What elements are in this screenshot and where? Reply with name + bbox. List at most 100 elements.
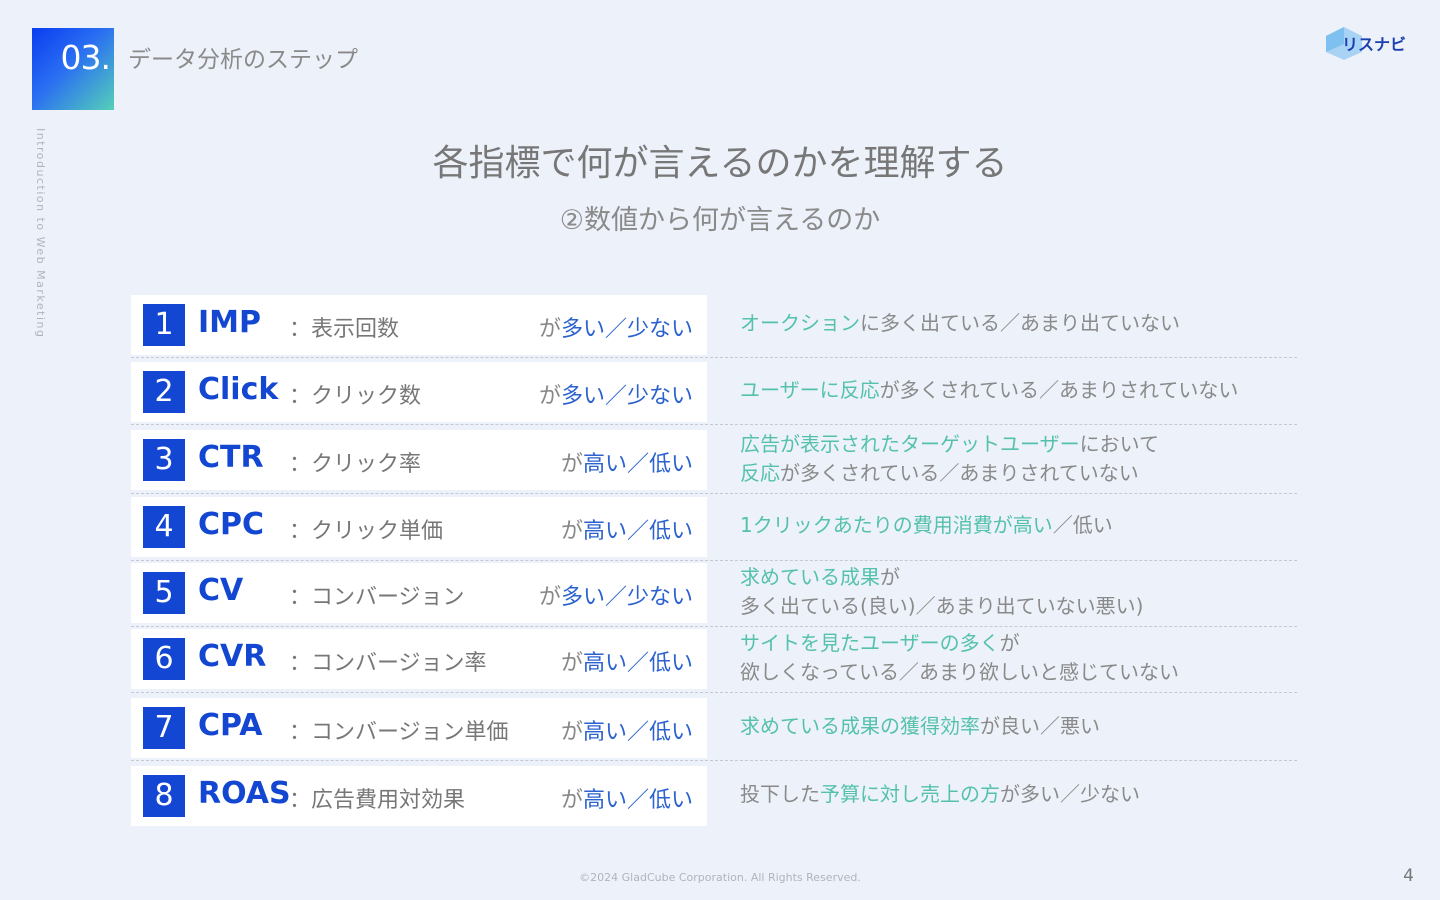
metric-number: 6 <box>143 638 185 680</box>
meaning-highlight: 求めている成果の獲得効率 <box>740 714 980 738</box>
meaning-highlight: 広告が表示されたターゲットユーザー <box>740 432 1080 456</box>
metric-card: 7 CPA ：コンバージョン単価 が高い／低い <box>131 698 707 758</box>
meaning-text: が <box>999 631 1020 655</box>
row-divider <box>131 560 1297 561</box>
metric-evaluation: が多い／少ない <box>539 579 693 611</box>
metric-row: 5 CV ：コンバージョン が多い／少ない 求めている成果が 多く出ている(良い)／あまり… <box>0 563 1440 629</box>
metric-name: Click <box>198 372 279 407</box>
meaning-highlight: 予算に対し売上の方 <box>820 782 1000 806</box>
metric-meaning: サイトを見たユーザーの多くが欲しくなっている／あまり欲しいと感じていない <box>740 629 1179 687</box>
metric-evaluation: が高い／低い <box>561 645 693 677</box>
metric-name: CPA <box>198 708 263 743</box>
metric-card: 2 Click ：クリック数 が多い／少ない <box>131 362 707 422</box>
eval-particle: が <box>560 651 583 676</box>
meaning-line: 欲しくなっている／あまり欲しいと感じていない <box>740 658 1179 687</box>
metric-row: 4 CPC ：クリック単価 が高い／低い 1クリックあたりの費用消費が高い／低い <box>0 497 1440 563</box>
metric-row: 7 CPA ：コンバージョン単価 が高い／低い 求めている成果の獲得効率が良い／悪い <box>0 698 1440 764</box>
meaning-highlight: 反応 <box>740 461 780 485</box>
metric-card: 3 CTR ：クリック率 が高い／低い <box>131 430 707 490</box>
metric-evaluation: が高い／低い <box>561 446 693 478</box>
page-number: 4 <box>1403 866 1414 886</box>
metric-description: ：表示回数 <box>289 317 400 342</box>
logo-text: リスナビ <box>1342 35 1407 54</box>
metric-card: 8 ROAS ：広告費用対効果 が高い／低い <box>131 766 707 826</box>
metric-row: 3 CTR ：クリック率 が高い／低い 広告が表示されたターゲットユーザーにおいて 反応が… <box>0 430 1440 496</box>
row-divider <box>131 424 1297 425</box>
metric-evaluation: が高い／低い <box>561 714 693 746</box>
metric-number: 2 <box>143 371 185 413</box>
meaning-line: 求めている成果が <box>740 563 1143 592</box>
row-divider <box>131 692 1297 693</box>
meaning-text: が <box>880 565 900 589</box>
eval-terms: 高い／低い <box>582 452 693 477</box>
metric-card: 5 CV ：コンバージョン が多い／少ない <box>131 563 707 623</box>
meaning-highlight: 求めている成果 <box>740 565 880 589</box>
eval-terms: 多い／少ない <box>560 384 693 409</box>
meaning-text: 多く出ている(良い)／あまり出ていない悪い) <box>740 594 1144 618</box>
row-divider <box>131 626 1297 627</box>
eval-terms: 高い／低い <box>582 651 693 676</box>
eval-particle: が <box>560 788 583 813</box>
metric-name: CV <box>198 573 244 608</box>
metric-row: 8 ROAS ：広告費用対効果 が高い／低い 投下した予算に対し売上の方が多い／少ない <box>0 766 1440 832</box>
metric-name: IMP <box>198 305 262 340</box>
metric-evaluation: が多い／少ない <box>539 378 693 410</box>
meaning-highlight: ユーザーに反応 <box>740 378 880 402</box>
row-divider <box>131 760 1297 761</box>
meaning-line: 反応が多くされている／あまりされていない <box>740 459 1159 488</box>
section-number: 03. <box>60 38 111 77</box>
meaning-text: 欲しくなっている／あまり欲しいと感じていない <box>740 660 1179 684</box>
eval-terms: 高い／低い <box>582 788 693 813</box>
metric-card: 4 CPC ：クリック単価 が高い／低い <box>131 497 707 557</box>
section-badge: 03. <box>32 28 114 110</box>
metric-description: ：クリック数 <box>289 384 422 409</box>
meaning-text: が多くされている／あまりされていない <box>879 378 1239 402</box>
metric-description: ：クリック率 <box>289 452 422 477</box>
meaning-text: が多い／少ない <box>1000 782 1140 806</box>
meaning-text: ／低い <box>1052 513 1113 537</box>
metric-number: 5 <box>143 572 185 614</box>
meaning-highlight: 1クリックあたりの費用消費が高い <box>740 513 1053 537</box>
row-divider <box>131 357 1297 358</box>
meaning-line: 投下した予算に対し売上の方が多い／少ない <box>740 780 1140 809</box>
page-subtitle: ②数値から何が言えるのか <box>559 205 881 236</box>
metric-description: ：広告費用対効果 <box>289 788 466 813</box>
meaning-text: が多くされている／あまりされていない <box>780 461 1139 485</box>
metric-number: 3 <box>143 439 185 481</box>
metric-row: 6 CVR ：コンバージョン率 が高い／低い サイトを見たユーザーの多くが 欲しくなってい… <box>0 629 1440 695</box>
meaning-line: 広告が表示されたターゲットユーザーにおいて <box>740 430 1159 459</box>
metric-meaning: 求めている成果が 多く出ている(良い)／あまり出ていない悪い) <box>740 563 1143 621</box>
eval-terms: 高い／低い <box>582 720 693 745</box>
metric-description: ：コンバージョン単価 <box>289 720 509 745</box>
metric-row: 1 IMP ：表示回数 が多い／少ない オークションに多く出ている／あまり出ていない <box>0 295 1440 361</box>
eval-terms: 多い／少ない <box>560 317 693 342</box>
meaning-line: オークションに多く出ている／あまり出ていない <box>740 309 1180 338</box>
metric-description: ：コンバージョン率 <box>289 651 487 676</box>
metric-name: CPC <box>198 507 265 542</box>
metric-meaning: オークションに多く出ている／あまり出ていない <box>740 309 1180 338</box>
eval-particle: が <box>538 384 561 409</box>
metric-evaluation: が多い／少ない <box>539 311 693 343</box>
row-divider <box>131 493 1297 494</box>
meaning-highlight: オークション <box>740 311 860 335</box>
metric-number: 8 <box>143 775 185 817</box>
eval-particle: が <box>560 519 583 544</box>
metric-number: 7 <box>143 707 185 749</box>
meaning-line: ユーザーに反応が多くされている／あまりされていない <box>740 376 1238 405</box>
metric-meaning: 求めている成果の獲得効率が良い／悪い <box>740 712 1100 741</box>
metric-evaluation: が高い／低い <box>561 782 693 814</box>
metric-name: CVR <box>198 639 267 674</box>
meaning-line: 多く出ている(良い)／あまり出ていない悪い) <box>740 592 1143 621</box>
meaning-highlight: サイトを見たユーザーの多く <box>740 631 1000 655</box>
meaning-text: において <box>1079 432 1160 456</box>
metric-number: 1 <box>143 304 185 346</box>
meaning-text: に多く出ている／あまり出ていない <box>860 311 1180 335</box>
metric-meaning: 広告が表示されたターゲットユーザーにおいて 反応が多くされている／あまりされていな… <box>740 430 1159 488</box>
eval-particle: が <box>560 452 583 477</box>
metric-meaning: 投下した予算に対し売上の方が多い／少ない <box>740 780 1140 809</box>
metric-meaning: 1クリックあたりの費用消費が高い／低い <box>740 511 1113 540</box>
eval-particle: が <box>538 585 561 610</box>
eval-terms: 多い／少ない <box>560 585 693 610</box>
metric-name: ROAS <box>198 776 291 811</box>
metric-description: ：クリック単価 <box>289 519 444 544</box>
